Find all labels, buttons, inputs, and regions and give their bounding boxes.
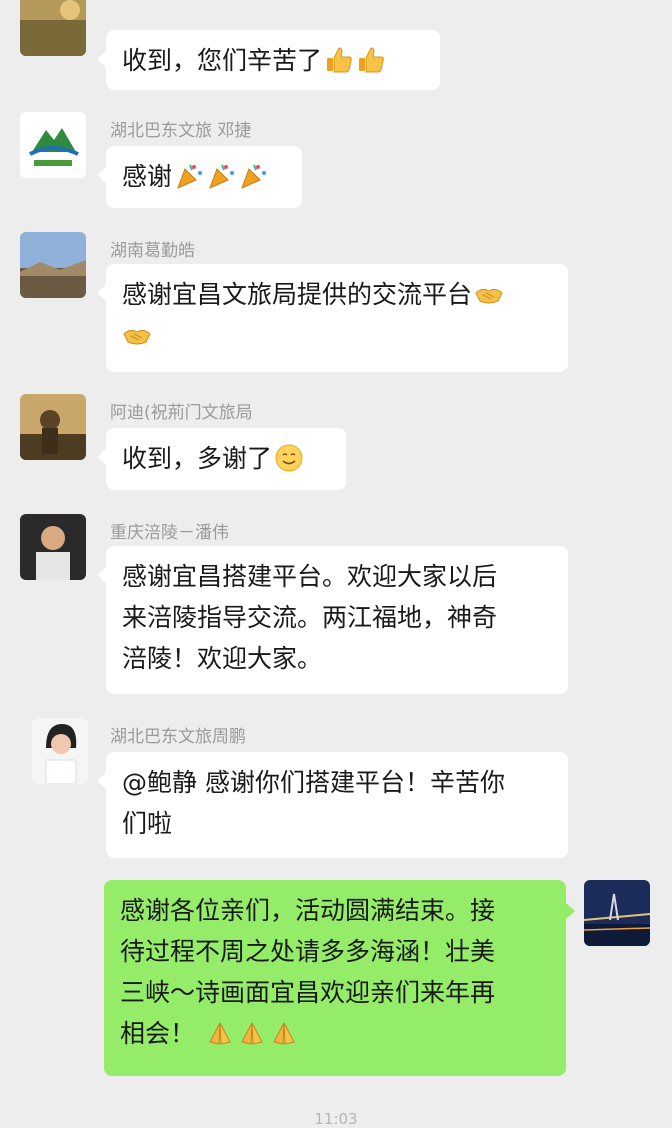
avatar[interactable]: [20, 112, 86, 178]
message-text-line: 感谢宜昌搭建平台。欢迎大家以后: [122, 562, 498, 591]
thumbs-up-icon: [324, 45, 354, 75]
my-avatar[interactable]: [584, 880, 650, 946]
message-text: 收到，多谢了: [122, 444, 273, 473]
praying-hands-icon: [237, 1018, 267, 1048]
thumbs-up-icon: [356, 45, 386, 75]
message-text-line: 三峡～诗画面宜昌欢迎亲们来年再: [120, 978, 496, 1007]
timestamp: 11:03: [314, 1110, 358, 1128]
chat-window: 收到，您们辛苦了 湖北巴东文旅 邓捷 感谢 湖南葛勤皓 感谢宜昌文旅局提供的交流…: [0, 0, 672, 1128]
my-message-bubble[interactable]: 感谢各位亲们，活动圆满结束。接 待过程不周之处请多多海涵！壮美 三峡～诗画面宜昌…: [104, 880, 575, 1076]
praying-hands-icon: [269, 1018, 299, 1048]
avatar[interactable]: [20, 514, 86, 580]
sender-name: 湖北巴东文旅 邓捷: [110, 121, 252, 141]
message-text-line: 待过程不周之处请多多海涵！壮美: [120, 937, 496, 966]
message-text: 感谢宜昌文旅局提供的交流平台: [122, 280, 473, 309]
message-text-line: 来涪陵指导交流。两江福地，神奇: [122, 603, 498, 632]
avatar[interactable]: [32, 718, 88, 784]
smile-icon: [274, 443, 304, 473]
message-bubble[interactable]: 感谢宜昌搭建平台。欢迎大家以后 来涪陵指导交流。两江福地，神奇 涪陵！欢迎大家。: [97, 546, 568, 694]
party-popper-icon: [174, 161, 204, 191]
message-bubble[interactable]: @鲍静 感谢你们搭建平台！辛苦你 们啦: [97, 752, 568, 858]
party-popper-icon: [238, 161, 268, 191]
message-text-line: 感谢各位亲们，活动圆满结束。接: [120, 896, 496, 925]
message-text: 收到，您们辛苦了: [122, 46, 323, 75]
sender-name: 湖南葛勤皓: [110, 241, 195, 261]
message-text-line: 涪陵！欢迎大家。: [122, 644, 323, 673]
message-bubble[interactable]: 感谢宜昌文旅局提供的交流平台: [97, 264, 568, 372]
avatar[interactable]: [20, 394, 86, 460]
handshake-icon: [474, 279, 504, 309]
party-popper-icon: [206, 161, 236, 191]
sender-name: 湖北巴东文旅周鹏: [110, 727, 246, 747]
message-text: 感谢: [122, 162, 173, 191]
message-text: 相会！: [120, 1019, 196, 1048]
message-text-line: 们啦: [122, 809, 173, 838]
message-bubble[interactable]: 收到，您们辛苦了: [97, 30, 440, 90]
handshake-icon: [122, 320, 152, 350]
message-bubble[interactable]: 收到，多谢了: [97, 428, 346, 490]
sender-name: 重庆涪陵－潘伟: [110, 523, 229, 543]
message-text-line: @鲍静 感谢你们搭建平台！辛苦你: [122, 768, 505, 797]
avatar[interactable]: [20, 232, 86, 298]
avatar[interactable]: [20, 0, 86, 56]
message-bubble[interactable]: 感谢: [97, 146, 302, 208]
sender-name: 阿迪(祝荊门文旅局: [110, 403, 253, 423]
message-text-line: 相会！: [120, 1013, 550, 1054]
praying-hands-icon: [205, 1018, 235, 1048]
